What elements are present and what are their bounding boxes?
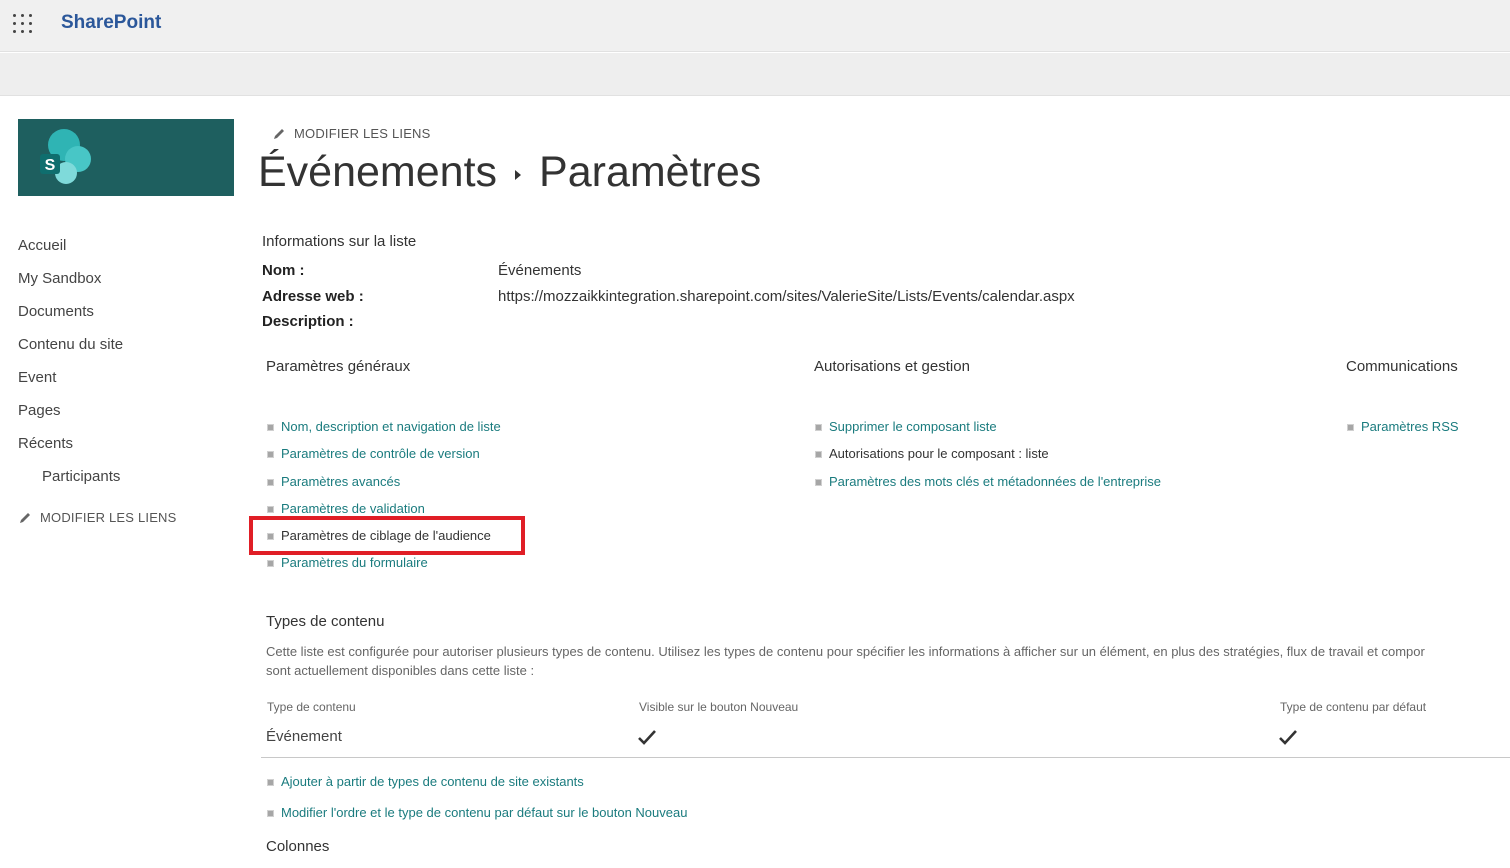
list-item: Modifier l'ordre et le type de contenu p…: [266, 803, 687, 834]
link-advanced-settings[interactable]: Paramètres avancés: [281, 474, 400, 489]
link-list-permissions[interactable]: Autorisations pour le composant : liste: [829, 446, 1049, 461]
permissions-list: Supprimer le composant liste Autorisatio…: [814, 417, 1161, 499]
link-validation-settings[interactable]: Paramètres de validation: [281, 501, 425, 516]
table-divider: [261, 757, 1510, 758]
audience-targeting-highlight-box: [249, 516, 525, 555]
content-types-links: Ajouter à partir de types de contenu de …: [266, 772, 687, 834]
page-title: Événements Paramètres: [258, 148, 761, 197]
content-types-description-line1: Cette liste est configurée pour autorise…: [266, 644, 1425, 659]
communications-heading: Communications: [1346, 358, 1458, 375]
list-item: Supprimer le composant liste: [814, 417, 1161, 444]
content-types-description: Cette liste est configurée pour autorise…: [266, 642, 1510, 680]
column-header-default-type: Type de contenu par défaut: [1280, 700, 1427, 714]
general-settings-list: Nom, description et navigation de liste …: [266, 417, 501, 581]
link-form-settings[interactable]: Paramètres du formulaire: [281, 555, 428, 570]
general-settings-heading: Paramètres généraux: [266, 358, 411, 375]
pencil-icon: [274, 128, 284, 139]
list-item: Autorisations pour le composant : liste: [814, 444, 1161, 471]
info-url-label: Adresse web :: [262, 288, 364, 305]
list-item: Paramètres du formulaire: [266, 553, 501, 580]
column-header-visible-on-new: Visible sur le bouton Nouveau: [639, 700, 799, 714]
list-item: Paramètres des mots clés et métadonnées …: [814, 472, 1161, 499]
main-content: MODIFIER LES LIENS Événements Paramètres …: [0, 0, 1510, 868]
content-types-heading: Types de contenu: [266, 613, 385, 630]
breadcrumb-current-page: Paramètres: [539, 148, 762, 196]
link-rss-settings[interactable]: Paramètres RSS: [1361, 419, 1459, 434]
link-keywords-metadata-settings[interactable]: Paramètres des mots clés et métadonnées …: [829, 474, 1161, 489]
link-change-new-button-order[interactable]: Modifier l'ordre et le type de contenu p…: [281, 805, 687, 820]
permissions-heading: Autorisations et gestion: [814, 358, 970, 375]
header-edit-links-label: MODIFIER LES LIENS: [294, 126, 431, 141]
breadcrumb-list-link[interactable]: Événements: [258, 148, 497, 196]
link-add-existing-content-types[interactable]: Ajouter à partir de types de contenu de …: [281, 774, 584, 789]
list-item: Paramètres de contrôle de version: [266, 444, 501, 471]
list-item: Ajouter à partir de types de contenu de …: [266, 772, 687, 803]
list-info-heading: Informations sur la liste: [262, 233, 417, 250]
link-name-description-navigation[interactable]: Nom, description et navigation de liste: [281, 419, 501, 434]
info-url-value: https://mozzaikkintegration.sharepoint.c…: [498, 288, 1075, 305]
checkmark-icon: [1279, 730, 1297, 745]
content-types-description-line2: sont actuellement disponibles dans cette…: [266, 663, 535, 678]
breadcrumb-separator-icon: [515, 169, 522, 180]
list-item: Nom, description et navigation de liste: [266, 417, 501, 444]
list-item: Paramètres avancés: [266, 472, 501, 499]
communications-list: Paramètres RSS: [1346, 417, 1459, 444]
content-type-name-link[interactable]: Événement: [266, 728, 342, 745]
columns-heading: Colonnes: [266, 838, 330, 855]
info-description-label: Description :: [262, 313, 354, 330]
checkmark-icon: [638, 730, 656, 745]
link-delete-list[interactable]: Supprimer le composant liste: [829, 419, 997, 434]
header-edit-links-button[interactable]: MODIFIER LES LIENS: [272, 126, 431, 141]
column-header-content-type: Type de contenu: [267, 700, 356, 714]
list-item: Paramètres RSS: [1346, 417, 1459, 444]
link-version-settings[interactable]: Paramètres de contrôle de version: [281, 446, 480, 461]
info-name-value: Événements: [498, 262, 582, 279]
info-name-label: Nom :: [262, 262, 305, 279]
